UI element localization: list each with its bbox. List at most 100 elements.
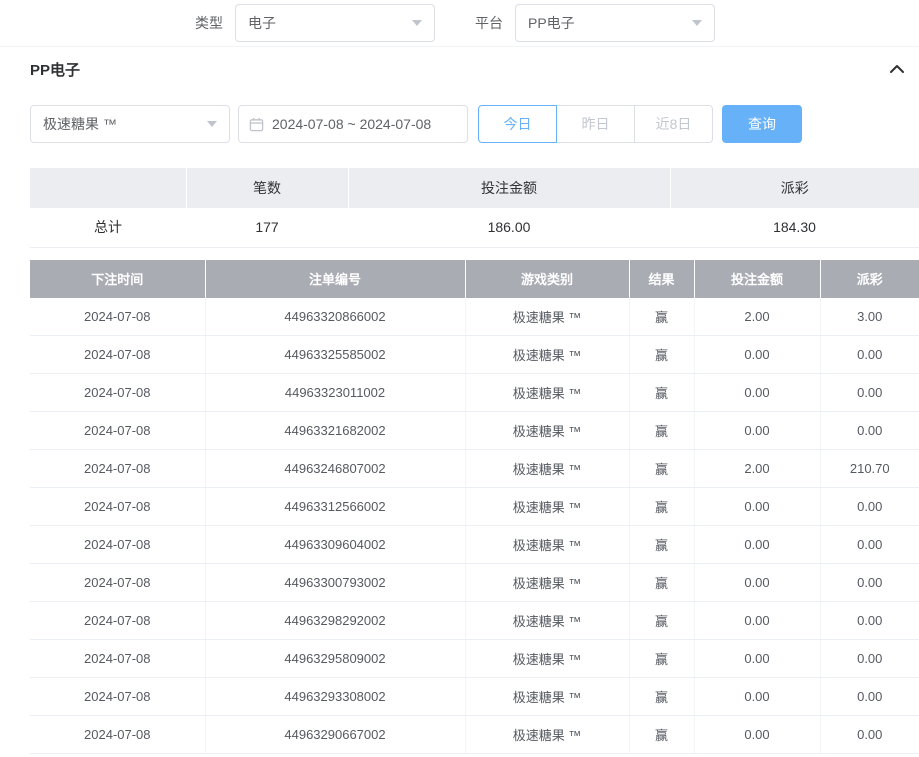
table-row: 2024-07-0844963325585002极速糖果 ™赢0.000.00	[30, 336, 919, 374]
table-cell: 2024-07-08	[30, 336, 205, 374]
table-cell: 44963298292002	[205, 602, 465, 640]
section-title: PP电子	[30, 59, 80, 80]
table-cell: 极速糖果 ™	[465, 716, 629, 754]
table-cell: 0.00	[694, 374, 820, 412]
table-cell: 2024-07-08	[30, 678, 205, 716]
summary-total-label: 总计	[30, 208, 186, 247]
table-cell: 0.00	[820, 526, 919, 564]
table-cell: 0.00	[820, 716, 919, 754]
table-cell: 赢	[629, 374, 694, 412]
table-cell: 2024-07-08	[30, 450, 205, 488]
table-cell: 赢	[629, 678, 694, 716]
table-row: 2024-07-0844963309604002极速糖果 ™赢0.000.00	[30, 526, 919, 564]
table-cell: 0.00	[820, 336, 919, 374]
table-cell: 44963321682002	[205, 412, 465, 450]
header-payout: 派彩	[820, 260, 919, 298]
table-cell: 赢	[629, 336, 694, 374]
summary-total-count: 177	[186, 208, 348, 247]
summary-total-payout: 184.30	[670, 208, 919, 247]
table-cell: 0.00	[820, 412, 919, 450]
table-cell: 赢	[629, 526, 694, 564]
game-select[interactable]: 极速糖果 ™	[30, 105, 230, 143]
table-cell: 0.00	[694, 336, 820, 374]
table-cell: 赢	[629, 640, 694, 678]
table-cell: 极速糖果 ™	[465, 298, 629, 336]
range-button-today[interactable]: 今日	[478, 105, 557, 143]
summary-header-bet-amount: 投注金额	[348, 168, 670, 208]
table-cell: 极速糖果 ™	[465, 602, 629, 640]
summary-total-bet-amount: 186.00	[348, 208, 670, 247]
header-order-id: 注单编号	[205, 260, 465, 298]
table-cell: 极速糖果 ™	[465, 640, 629, 678]
chevron-down-icon	[412, 20, 422, 26]
table-cell: 0.00	[694, 640, 820, 678]
table-cell: 赢	[629, 602, 694, 640]
table-cell: 0.00	[820, 602, 919, 640]
table-cell: 2.00	[694, 450, 820, 488]
table-cell: 赢	[629, 564, 694, 602]
table-cell: 0.00	[694, 412, 820, 450]
table-cell: 0.00	[694, 602, 820, 640]
summary-header-payout: 派彩	[670, 168, 919, 208]
table-cell: 赢	[629, 488, 694, 526]
chevron-up-icon	[889, 64, 905, 74]
table-cell: 2024-07-08	[30, 640, 205, 678]
date-range-input[interactable]: 2024-07-08 ~ 2024-07-08	[238, 105, 468, 143]
table-cell: 2024-07-08	[30, 716, 205, 754]
header-bet-time: 下注时间	[30, 260, 205, 298]
table-cell: 0.00	[694, 678, 820, 716]
table-row: 2024-07-0844963321682002极速糖果 ™赢0.000.00	[30, 412, 919, 450]
table-cell: 极速糖果 ™	[465, 374, 629, 412]
table-cell: 44963300793002	[205, 564, 465, 602]
table-cell: 44963312566002	[205, 488, 465, 526]
platform-select-value: PP电子	[528, 13, 575, 33]
table-cell: 0.00	[820, 678, 919, 716]
table-row: 2024-07-0844963293308002极速糖果 ™赢0.000.00	[30, 678, 919, 716]
table-cell: 极速糖果 ™	[465, 564, 629, 602]
table-cell: 极速糖果 ™	[465, 488, 629, 526]
table-row: 2024-07-0844963300793002极速糖果 ™赢0.000.00	[30, 564, 919, 602]
table-cell: 0.00	[820, 488, 919, 526]
table-cell: 赢	[629, 298, 694, 336]
bet-table-header-row: 下注时间 注单编号 游戏类别 结果 投注金额 派彩	[30, 260, 919, 298]
quick-range-button-group: 今日 昨日 近8日	[478, 105, 713, 143]
table-cell: 44963325585002	[205, 336, 465, 374]
table-cell: 2.00	[694, 298, 820, 336]
filter-bar: 极速糖果 ™ 2024-07-08 ~ 2024-07-08 今日 昨日 近8日…	[0, 105, 919, 143]
table-cell: 2024-07-08	[30, 602, 205, 640]
table-row: 2024-07-0844963295809002极速糖果 ™赢0.000.00	[30, 640, 919, 678]
type-select[interactable]: 电子	[235, 4, 435, 42]
platform-select[interactable]: PP电子	[515, 4, 715, 42]
query-button[interactable]: 查询	[722, 105, 802, 143]
table-row: 2024-07-0844963246807002极速糖果 ™赢2.00210.7…	[30, 450, 919, 488]
calendar-icon	[249, 117, 264, 132]
table-cell: 赢	[629, 412, 694, 450]
platform-label: 平台	[475, 13, 503, 33]
range-button-last8days[interactable]: 近8日	[634, 105, 713, 143]
collapse-section-button[interactable]	[889, 64, 905, 74]
table-cell: 极速糖果 ™	[465, 450, 629, 488]
table-cell: 极速糖果 ™	[465, 412, 629, 450]
top-filter-bar: 类型 电子 平台 PP电子	[0, 0, 919, 47]
summary-table: 笔数 投注金额 派彩 总计 177 186.00 184.30	[30, 168, 919, 248]
table-cell: 44963295809002	[205, 640, 465, 678]
table-cell: 赢	[629, 716, 694, 754]
table-cell: 极速糖果 ™	[465, 678, 629, 716]
table-cell: 0.00	[694, 564, 820, 602]
table-cell: 0.00	[820, 564, 919, 602]
table-cell: 44963309604002	[205, 526, 465, 564]
table-cell: 44963290667002	[205, 716, 465, 754]
table-cell: 44963293308002	[205, 678, 465, 716]
table-cell: 2024-07-08	[30, 374, 205, 412]
date-range-value: 2024-07-08 ~ 2024-07-08	[272, 116, 431, 132]
table-cell: 2024-07-08	[30, 298, 205, 336]
table-row: 2024-07-0844963312566002极速糖果 ™赢0.000.00	[30, 488, 919, 526]
table-cell: 3.00	[820, 298, 919, 336]
header-bet-amount: 投注金额	[694, 260, 820, 298]
summary-total-row: 总计 177 186.00 184.30	[30, 208, 919, 247]
bet-records-table: 下注时间 注单编号 游戏类别 结果 投注金额 派彩 2024-07-084496…	[30, 260, 919, 755]
table-cell: 2024-07-08	[30, 488, 205, 526]
header-game-category: 游戏类别	[465, 260, 629, 298]
range-button-yesterday[interactable]: 昨日	[556, 105, 635, 143]
table-row: 2024-07-0844963298292002极速糖果 ™赢0.000.00	[30, 602, 919, 640]
